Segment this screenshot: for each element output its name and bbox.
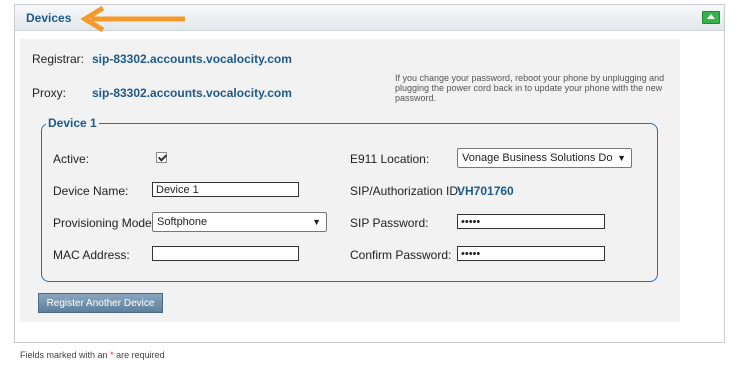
- active-label: Active:: [53, 152, 90, 166]
- provisioning-select[interactable]: Softphone ▼: [152, 212, 327, 232]
- registrar-label: Registrar:: [32, 52, 85, 66]
- panel-header: Devices: [15, 5, 724, 32]
- device-legend: Device 1: [46, 116, 99, 130]
- register-device-button[interactable]: Register Another Device: [38, 293, 163, 313]
- required-note: Fields marked with an * are required: [20, 350, 165, 360]
- arrow-icon: [80, 6, 185, 32]
- proxy-value: sip-83302.accounts.vocalocity.com: [92, 86, 292, 100]
- e911-select[interactable]: Vonage Business Solutions Do ▼: [457, 148, 632, 168]
- provisioning-value: Softphone: [157, 216, 208, 228]
- device-name-label: Device Name:: [53, 184, 129, 198]
- active-checkbox[interactable]: [156, 152, 167, 163]
- confirm-password-field[interactable]: •••••: [457, 246, 605, 261]
- mac-label: MAC Address:: [53, 248, 130, 262]
- sip-password-field[interactable]: •••••: [457, 214, 605, 229]
- sip-password-label: SIP Password:: [350, 216, 429, 230]
- e911-label: E911 Location:: [350, 152, 430, 166]
- e911-value: Vonage Business Solutions Do: [462, 152, 613, 164]
- registrar-value: sip-83302.accounts.vocalocity.com: [92, 52, 292, 66]
- proxy-label: Proxy:: [32, 86, 67, 100]
- confirm-password-label: Confirm Password:: [350, 248, 452, 262]
- devices-panel: Devices Registrar: sip-83302.accounts.vo…: [14, 4, 725, 343]
- mac-field[interactable]: [152, 246, 299, 261]
- devices-form: Registrar: sip-83302.accounts.vocalocity…: [20, 39, 680, 322]
- sip-id-label: SIP/Authorization ID:: [350, 184, 462, 198]
- collapse-icon[interactable]: [702, 11, 720, 24]
- chevron-down-icon: ▼: [312, 217, 321, 227]
- provisioning-label: Provisioning Model:: [53, 216, 158, 230]
- panel-title: Devices: [26, 11, 72, 25]
- chevron-down-icon: ▼: [617, 153, 626, 163]
- device-name-field[interactable]: Device 1: [152, 182, 299, 197]
- required-asterisk: *: [110, 350, 114, 360]
- password-note: If you change your password, reboot your…: [395, 73, 665, 103]
- required-note-before: Fields marked with an: [20, 350, 108, 360]
- sip-id-value: VH701760: [457, 184, 514, 198]
- required-note-after: are required: [116, 350, 165, 360]
